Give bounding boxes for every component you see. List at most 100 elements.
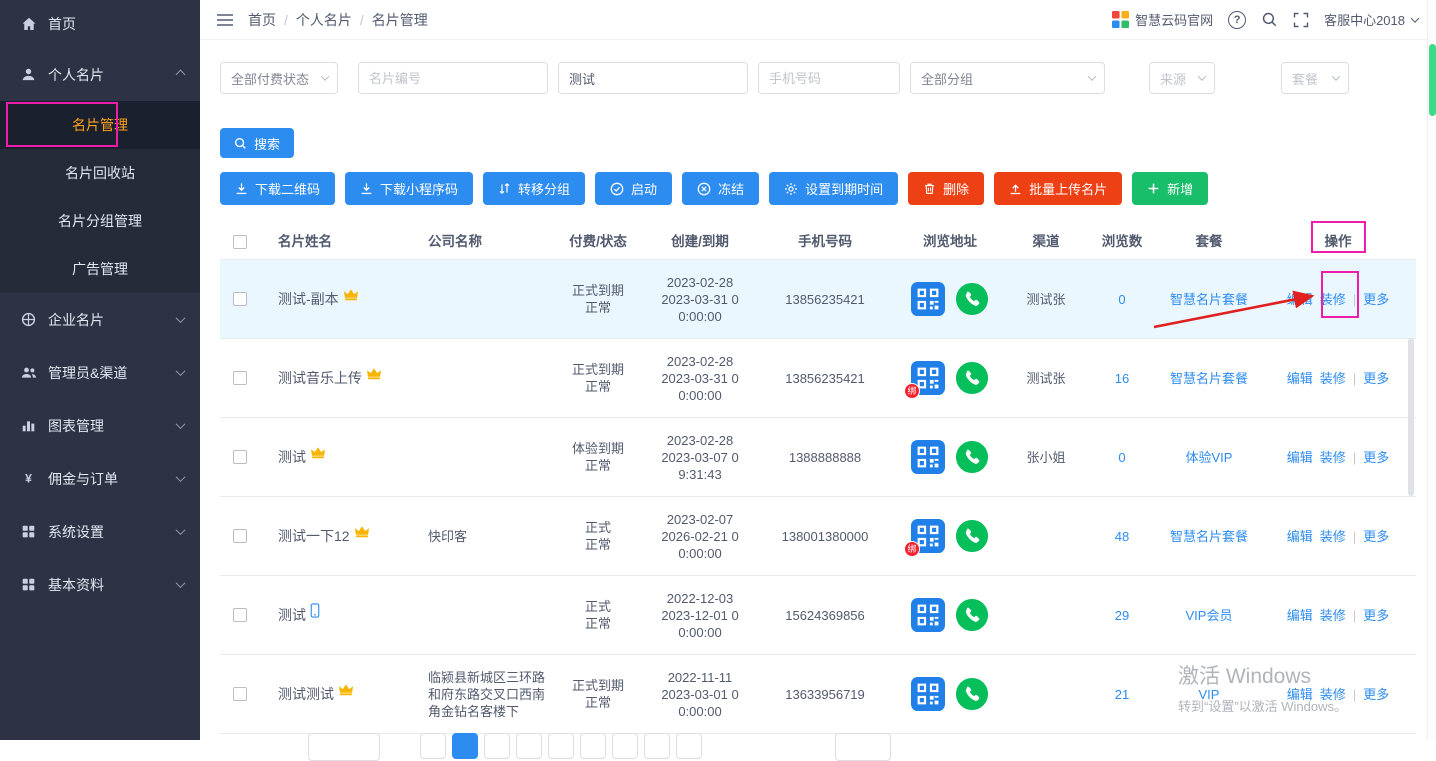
qrcode-icon[interactable] [911,677,945,711]
transfer-group-button[interactable]: 转移分组 [483,172,585,205]
row-checkbox[interactable] [233,450,247,464]
package-name[interactable]: 智慧名片套餐 [1158,260,1260,338]
pagination-page-button[interactable] [644,733,670,759]
sidebar-item-basic-info[interactable]: 基本资料 [0,558,200,611]
views-count[interactable]: 29 [1086,576,1158,654]
edit-link[interactable]: 编辑 [1287,686,1313,703]
decorate-link[interactable]: 装修 [1320,686,1346,703]
pagination-page-button[interactable] [516,733,542,759]
phone-link-icon[interactable] [955,598,989,632]
help-icon[interactable]: ? [1228,11,1246,29]
sidebar-item-chart-management[interactable]: 图表管理 [0,399,200,452]
pagination-next-button[interactable] [676,733,702,759]
group-select[interactable]: 全部分组 [910,62,1105,94]
edit-link[interactable]: 编辑 [1287,607,1313,624]
row-checkbox[interactable] [233,687,247,701]
sidebar-item-enterprise-cards[interactable]: 企业名片 [0,293,200,346]
decorate-link[interactable]: 装修 [1320,370,1346,387]
user-menu[interactable]: 客服中心2018 [1324,10,1418,29]
decorate-link[interactable]: 装修 [1320,291,1346,308]
search-icon[interactable] [1261,11,1278,28]
breadcrumb-personal-cards[interactable]: 个人名片 [296,10,352,30]
page-scrollbar-thumb[interactable] [1429,44,1436,116]
package-name[interactable]: VIP会员 [1158,576,1260,654]
source-select[interactable]: 来源 [1149,62,1215,94]
download-icon [235,182,248,195]
sidebar-subitem-card-recycle-bin[interactable]: 名片回收站 [0,149,200,197]
qrcode-icon[interactable]: 绑 [911,361,945,395]
more-link[interactable]: 更多 [1363,607,1389,624]
package-name[interactable]: 体验VIP [1158,418,1260,496]
sidebar-item-system-settings[interactable]: 系统设置 [0,505,200,558]
keyword-input[interactable] [558,62,748,94]
row-checkbox[interactable] [233,608,247,622]
package-name[interactable]: 智慧名片套餐 [1158,339,1260,417]
edit-link[interactable]: 编辑 [1287,370,1313,387]
qrcode-icon[interactable] [911,282,945,316]
official-site-link[interactable]: 智慧云码官网 [1112,10,1213,29]
pagination-page-button[interactable] [612,733,638,759]
row-checkbox[interactable] [233,292,247,306]
package-name[interactable]: VIP [1158,655,1260,733]
table-scrollbar[interactable] [1408,338,1414,496]
phone-input[interactable] [758,62,900,94]
select-all-checkbox[interactable] [233,235,247,249]
phone-link-icon[interactable] [955,677,989,711]
sidebar-subitem-card-management[interactable]: 名片管理 [0,101,200,149]
edit-link[interactable]: 编辑 [1287,291,1313,308]
batch-upload-cards-button[interactable]: 批量上传名片 [994,172,1122,205]
sidebar-subitem-ad-management[interactable]: 广告管理 [0,245,200,293]
decorate-link[interactable]: 装修 [1320,607,1346,624]
qrcode-icon[interactable] [911,598,945,632]
edit-link[interactable]: 编辑 [1287,528,1313,545]
sidebar-subitem-card-group-management[interactable]: 名片分组管理 [0,197,200,245]
phone-link-icon[interactable] [955,519,989,553]
sidebar-item-personal-cards[interactable]: 个人名片 [0,48,200,101]
page-size-select[interactable] [835,733,891,761]
views-count[interactable]: 21 [1086,655,1158,733]
views-count[interactable]: 16 [1086,339,1158,417]
views-count[interactable]: 0 [1086,418,1158,496]
pay-status-select[interactable]: 全部付费状态 [220,62,338,94]
card-no-input[interactable] [358,62,548,94]
breadcrumb-home[interactable]: 首页 [248,10,276,30]
views-count[interactable]: 48 [1086,497,1158,575]
row-checkbox[interactable] [233,371,247,385]
pagination-page-button[interactable] [484,733,510,759]
pagination-page-button[interactable] [452,733,478,759]
sidebar-item-admin-and-channel[interactable]: 管理员&渠道 [0,346,200,399]
decorate-link[interactable]: 装修 [1320,528,1346,545]
download-qrcode-button[interactable]: 下载二维码 [220,172,335,205]
pagination-pages [420,733,702,759]
set-expire-time-button[interactable]: 设置到期时间 [769,172,898,205]
phone-link-icon[interactable] [955,282,989,316]
views-count[interactable]: 0 [1086,260,1158,338]
download-miniprogram-code-button[interactable]: 下载小程序码 [345,172,473,205]
search-button[interactable]: 搜索 [220,128,294,158]
sidebar-item-commission-and-orders[interactable]: ¥佣金与订单 [0,452,200,505]
menu-toggle-icon[interactable] [216,12,234,28]
more-link[interactable]: 更多 [1363,370,1389,387]
pagination-page-button[interactable] [580,733,606,759]
edit-link[interactable]: 编辑 [1287,449,1313,466]
more-link[interactable]: 更多 [1363,686,1389,703]
sidebar-item-home[interactable]: 首页 [0,0,200,48]
more-link[interactable]: 更多 [1363,449,1389,466]
fullscreen-icon[interactable] [1293,12,1309,28]
phone-link-icon[interactable] [955,440,989,474]
delete-button[interactable]: 删除 [908,172,984,205]
qrcode-icon[interactable]: 绑 [911,519,945,553]
decorate-link[interactable]: 装修 [1320,449,1346,466]
row-checkbox[interactable] [233,529,247,543]
add-new-button[interactable]: 新增 [1132,172,1208,205]
enable-button[interactable]: 启动 [595,172,672,205]
more-link[interactable]: 更多 [1363,528,1389,545]
more-link[interactable]: 更多 [1363,291,1389,308]
package-select[interactable]: 套餐 [1281,62,1349,94]
pagination-page-button[interactable] [548,733,574,759]
freeze-button[interactable]: 冻结 [682,172,759,205]
qrcode-icon[interactable] [911,440,945,474]
package-name[interactable]: 智慧名片套餐 [1158,497,1260,575]
pagination-prev-button[interactable] [420,733,446,759]
phone-link-icon[interactable] [955,361,989,395]
